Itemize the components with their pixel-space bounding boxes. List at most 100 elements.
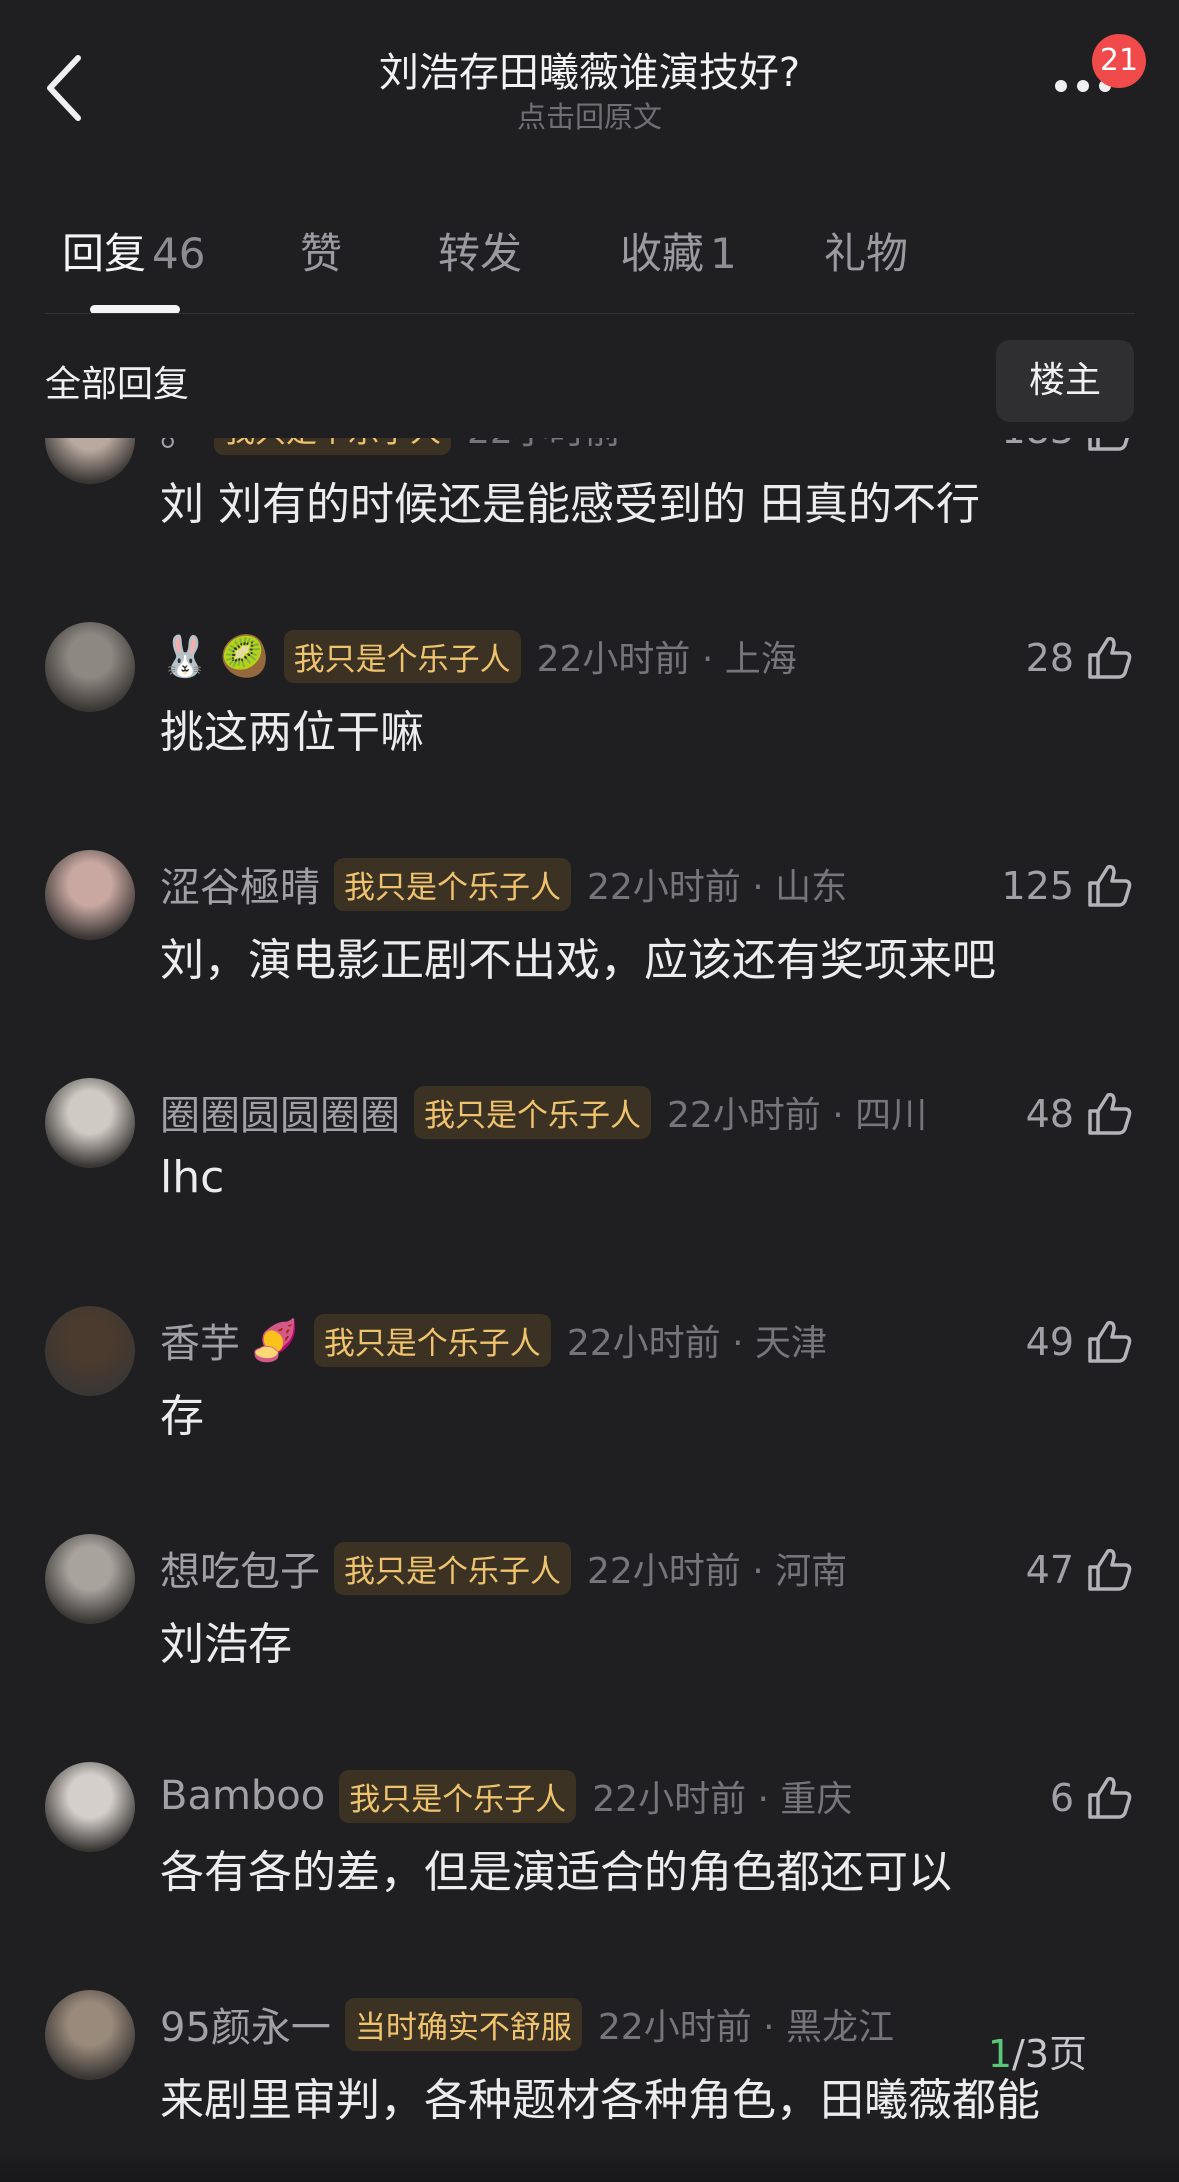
avatar[interactable] (45, 622, 135, 712)
tab-label: 赞 (300, 229, 343, 278)
op-only-button[interactable]: 楼主 (996, 340, 1134, 422)
avatar[interactable] (45, 1078, 135, 1168)
avatar[interactable] (45, 1534, 135, 1624)
like-count: 47 (1025, 1548, 1074, 1592)
comment-meta: 95颜永一 当时确实不舒服 22小时前 · 黑龙江 (160, 1994, 894, 2054)
comment-item[interactable]: 香芋 🍠 我只是个乐子人 22小时前 · 天津 49 存 (0, 1280, 1179, 1508)
avatar[interactable] (45, 438, 135, 484)
comment-meta: 想吃包子 我只是个乐子人 22小时前 · 河南 (160, 1538, 847, 1598)
thumbs-up-icon (1088, 1776, 1132, 1819)
comment-list: 。我只是个乐子人 22小时前 · 183 刘 刘有的时候还是能感受到的 田真的不行 🐰🥝… (0, 438, 1179, 2182)
like-count: 6 (1049, 1776, 1074, 1820)
comment-meta: 🐰 🥝 我只是个乐子人 22小时前 · 上海 (160, 626, 797, 686)
comment-text: lhc (160, 1152, 225, 1203)
username[interactable]: 想吃包子 (160, 1539, 320, 1597)
user-emoji: 🥝 (219, 633, 270, 680)
tab-bar: 回复 46 赞 转发 收藏 1 礼物 (0, 210, 1179, 314)
comment-text: 刘 刘有的时候还是能感受到的 田真的不行 (160, 479, 980, 530)
notification-badge: 21 (1092, 34, 1146, 88)
like-button[interactable]: 48 (1026, 1086, 1134, 1142)
timestamp-location: 22小时前 · 天津 (566, 1323, 827, 1364)
fan-tag-badge[interactable]: 我只是个乐子人 (339, 1769, 577, 1823)
all-replies-filter[interactable]: 全部回复 (45, 355, 189, 407)
comment-text: 来剧里审判，各种题材各种角色，田曦薇都能 (160, 2075, 1040, 2126)
top-bar: 刘浩存田曦薇谁演技好? 点击回原文 21 (0, 0, 1179, 150)
tab-label: 回复 (62, 229, 147, 278)
thumbs-up-icon (1088, 438, 1129, 451)
fan-tag-badge[interactable]: 我只是个乐子人 (214, 438, 451, 455)
username[interactable]: 🐰 (160, 633, 210, 680)
fan-tag-badge[interactable]: 我只是个乐子人 (414, 1085, 651, 1139)
comment-meta: 涩谷極晴 我只是个乐子人 22小时前 · 山东 (160, 854, 847, 914)
comment-text: 挑这两位干嘛 (160, 707, 424, 758)
timestamp-location: 22小时前 · (467, 438, 644, 454)
like-button[interactable]: 47 (1026, 1542, 1134, 1598)
bottom-edge (0, 2150, 1179, 2182)
tab-favorites[interactable]: 收藏 1 (620, 220, 737, 281)
thumbs-up-icon (1088, 1092, 1132, 1135)
divider (45, 313, 1135, 314)
comment-text: 刘浩存 (160, 1619, 292, 1670)
comment-item[interactable]: 圈圈圆圆圈圈 我只是个乐子人 22小时前 · 四川 48 lhc (0, 1052, 1179, 1280)
tab-count: 1 (710, 229, 737, 278)
username[interactable]: 圈圈圆圆圈圈 (160, 1083, 400, 1141)
like-button[interactable]: 49 (1026, 1314, 1134, 1370)
comment-text: 各有各的差，但是演适合的角色都还可以 (160, 1847, 952, 1898)
tab-replies[interactable]: 回复 46 (62, 220, 205, 281)
timestamp-location: 22小时前 · 上海 (536, 639, 797, 680)
like-count: 49 (1025, 1320, 1074, 1364)
timestamp-location: 22小时前 · 河南 (587, 1551, 848, 1592)
like-button[interactable]: 125 (1001, 858, 1134, 914)
tab-likes[interactable]: 赞 (300, 220, 342, 281)
thumbs-up-icon (1088, 1548, 1132, 1591)
comment-item[interactable]: 涩谷極晴 我只是个乐子人 22小时前 · 山东 125 刘，演电影正剧不出戏，应该还有奖… (0, 824, 1179, 1052)
current-page: 1 (987, 2032, 1013, 2076)
timestamp-location: 22小时前 · 山东 (587, 867, 848, 908)
comment-meta: 。我只是个乐子人 22小时前 · (160, 438, 644, 458)
tab-reposts[interactable]: 转发 (438, 220, 522, 281)
page-title[interactable]: 刘浩存田曦薇谁演技好? (0, 40, 1179, 98)
username[interactable]: 涩谷極晴 (160, 855, 320, 913)
thumbs-up-icon (1088, 864, 1132, 907)
like-button[interactable]: 6 (1050, 1770, 1134, 1826)
comment-meta: 圈圈圆圆圈圈 我只是个乐子人 22小时前 · 四川 (160, 1082, 927, 1142)
timestamp-location: 22小时前 · 重庆 (592, 1779, 853, 1820)
username[interactable]: Bamboo (160, 1773, 325, 1819)
fan-tag-badge[interactable]: 当时确实不舒服 (344, 1997, 582, 2051)
like-button[interactable]: 28 (1026, 630, 1134, 686)
comment-item[interactable]: Bamboo 我只是个乐子人 22小时前 · 重庆 6 各有各的差，但是演适合的角色都还… (0, 1736, 1179, 1964)
page-indicator[interactable]: 1/3页 (988, 2023, 1087, 2078)
comment-item[interactable]: 🐰 🥝 我只是个乐子人 22小时前 · 上海 28 挑这两位干嘛 (0, 596, 1179, 824)
timestamp-location: 22小时前 · 四川 (667, 1095, 928, 1136)
thumbs-up-icon (1088, 1320, 1132, 1363)
username[interactable]: 95颜永一 (160, 1995, 331, 2053)
like-count: 48 (1025, 1092, 1074, 1136)
comment-meta: Bamboo 我只是个乐子人 22小时前 · 重庆 (160, 1766, 852, 1826)
avatar[interactable] (45, 850, 135, 940)
timestamp-location: 22小时前 · 黑龙江 (597, 2007, 895, 2048)
back-to-post-link[interactable]: 点击回原文 (0, 94, 1179, 136)
tab-label: 礼物 (824, 229, 909, 278)
tab-gifts[interactable]: 礼物 (824, 220, 908, 281)
like-count: 28 (1025, 636, 1074, 680)
tab-label: 收藏 (620, 229, 705, 278)
username[interactable]: 。 (160, 438, 200, 457)
fan-tag-badge[interactable]: 我只是个乐子人 (334, 857, 571, 911)
avatar[interactable] (45, 1306, 135, 1396)
comment-item[interactable]: 。我只是个乐子人 22小时前 · 183 刘 刘有的时候还是能感受到的 田真的不行 (0, 438, 1179, 596)
tab-count: 46 (152, 229, 206, 278)
comment-meta: 香芋 🍠 我只是个乐子人 22小时前 · 天津 (160, 1310, 827, 1370)
avatar[interactable] (45, 1990, 135, 2080)
fan-tag-badge[interactable]: 我只是个乐子人 (334, 1541, 571, 1595)
comment-item[interactable]: 想吃包子 我只是个乐子人 22小时前 · 河南 47 刘浩存 (0, 1508, 1179, 1736)
thumbs-up-icon (1088, 636, 1132, 679)
tab-label: 转发 (438, 229, 523, 278)
like-button[interactable]: 183 (1001, 438, 1134, 458)
username[interactable]: 香芋 (160, 1311, 240, 1369)
avatar[interactable] (45, 1762, 135, 1852)
fan-tag-badge[interactable]: 我只是个乐子人 (313, 1313, 551, 1367)
like-count: 125 (1001, 864, 1074, 908)
user-emoji: 🍠 (250, 1317, 300, 1364)
fan-tag-badge[interactable]: 我只是个乐子人 (283, 629, 521, 683)
comment-text: 刘，演电影正剧不出戏，应该还有奖项来吧 (160, 935, 996, 986)
